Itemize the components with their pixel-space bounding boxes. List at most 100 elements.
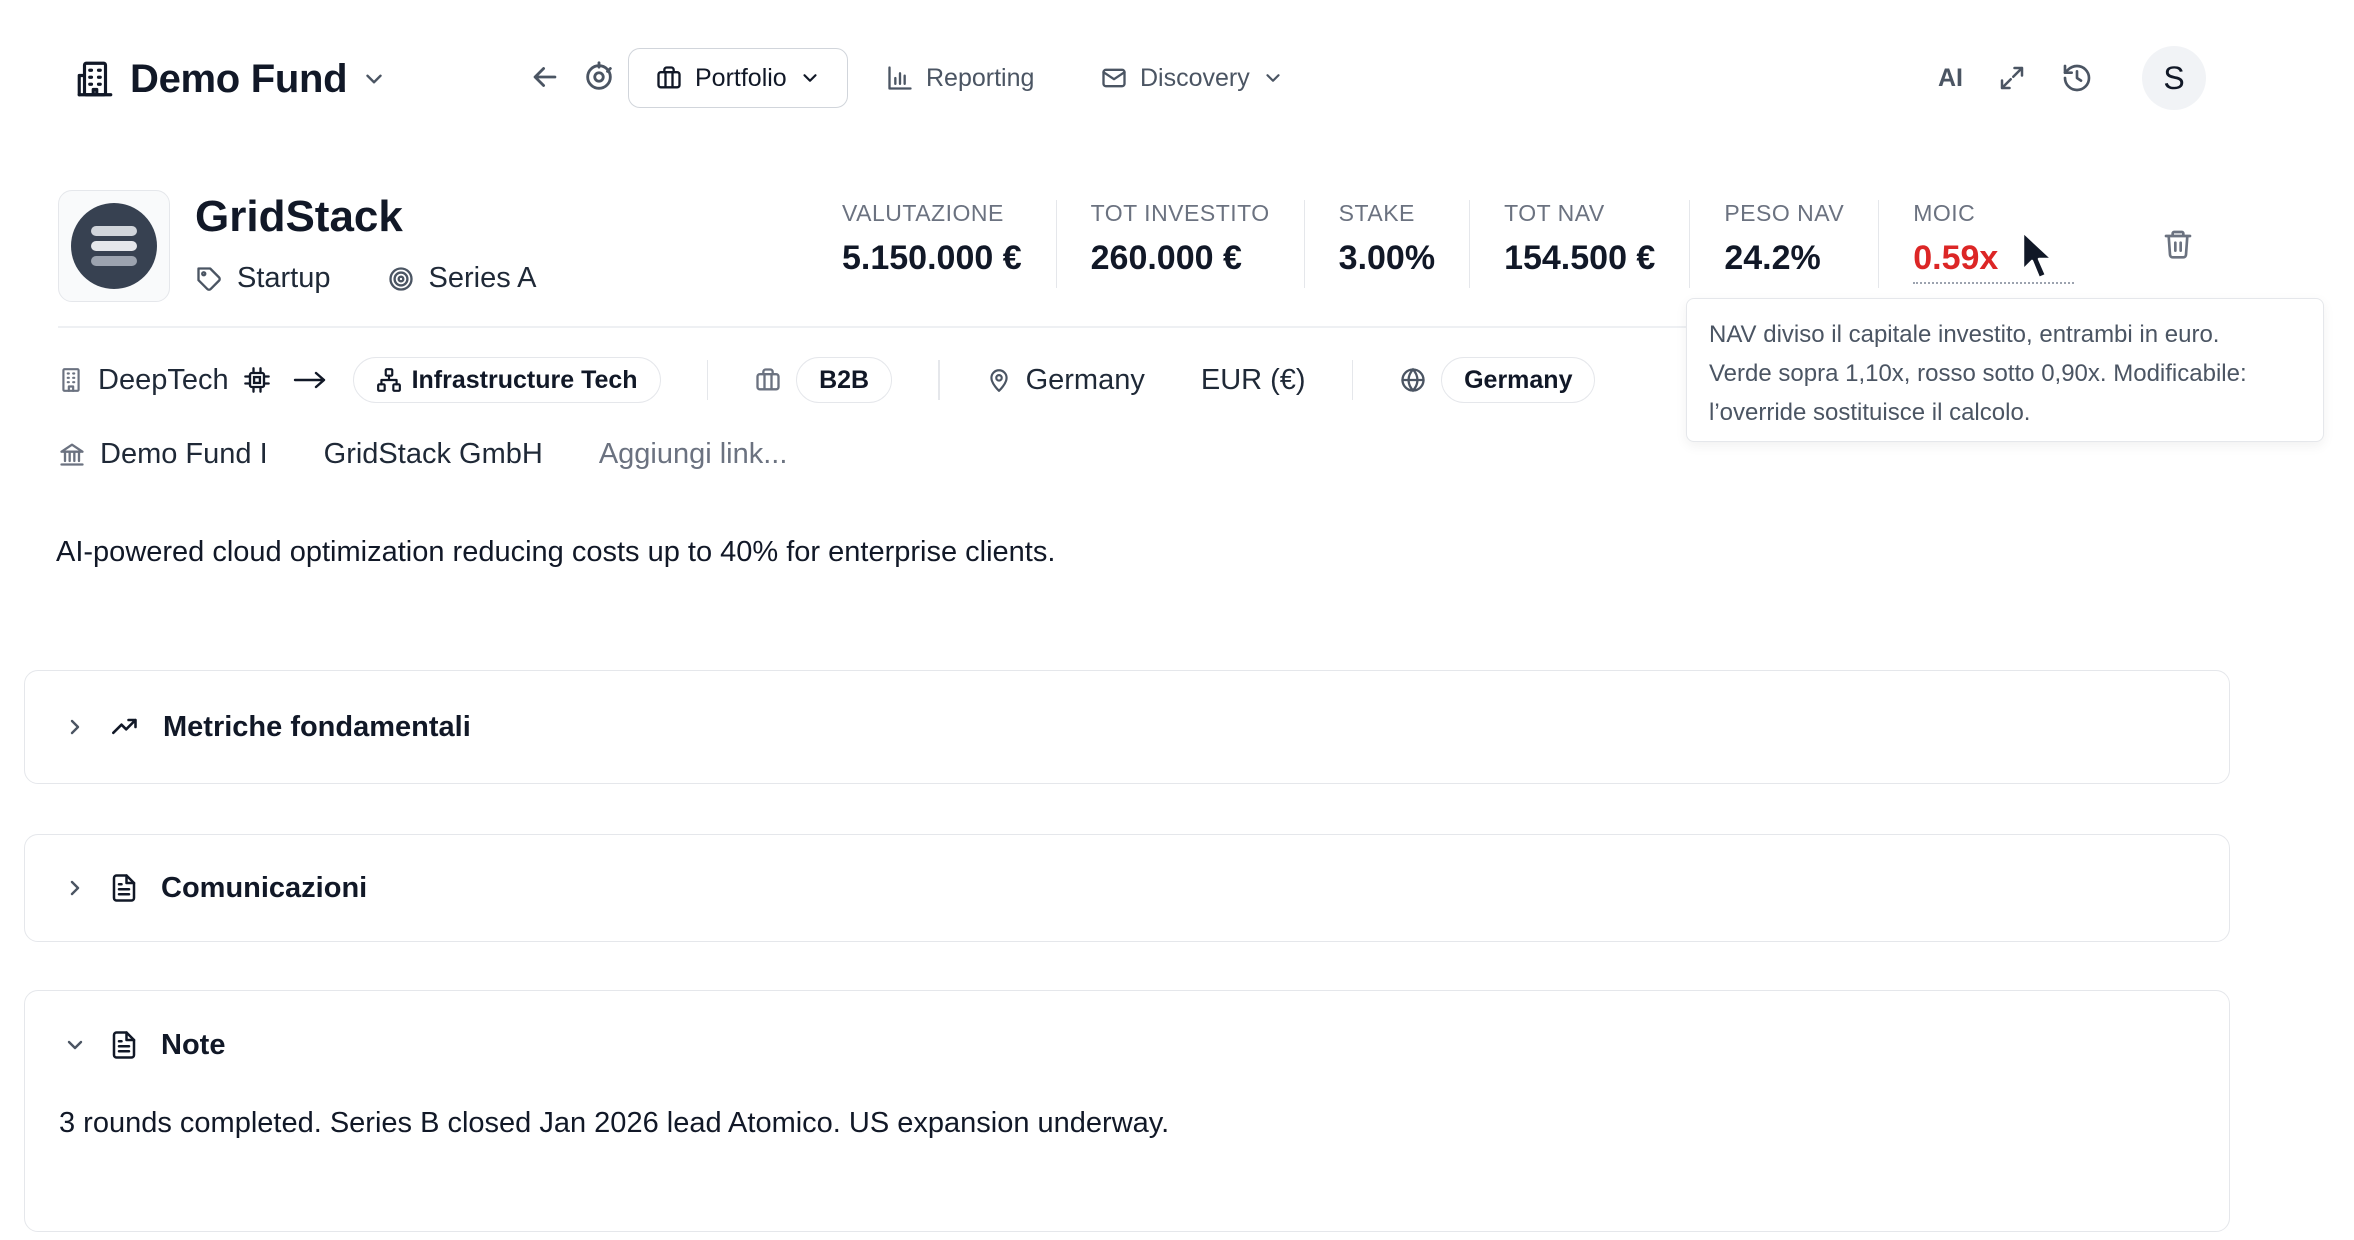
add-link-button[interactable]: Aggiungi link... bbox=[599, 438, 788, 471]
nav-icons bbox=[528, 60, 616, 94]
note-text[interactable]: 3 rounds completed. Series B closed Jan … bbox=[25, 1099, 2229, 1140]
metric-label: VALUTAZIONE bbox=[842, 200, 1004, 226]
location-label: Germany bbox=[1025, 363, 1145, 396]
metric-value: 3.00% bbox=[1338, 239, 1436, 277]
moic-tooltip: NAV diviso il capitale investito, entram… bbox=[1686, 298, 2324, 442]
section-title: Note bbox=[161, 1028, 226, 1061]
briefcase-icon bbox=[655, 64, 683, 92]
company-meta-row: DeepTech Infrastructure Tech B2B Germany… bbox=[58, 356, 1596, 404]
metric-stake: STAKE 3.00% bbox=[1303, 200, 1469, 288]
trash-icon bbox=[2162, 226, 2194, 262]
expand-icon[interactable] bbox=[1997, 63, 2027, 93]
chevron-down-icon bbox=[361, 66, 387, 92]
section-communications-header[interactable]: Comunicazioni bbox=[25, 835, 2229, 941]
building-icon bbox=[58, 366, 84, 394]
metric-tot-investito: TOT INVESTITO 260.000 € bbox=[1055, 200, 1304, 288]
bar-chart-icon bbox=[886, 64, 914, 92]
building-icon bbox=[74, 58, 116, 100]
metric-moic[interactable]: MOIC 0.59x bbox=[1878, 200, 2108, 288]
page: Demo Fund Portfolio Reporting Discovery … bbox=[0, 0, 2354, 1240]
network-icon bbox=[376, 367, 402, 393]
mail-icon bbox=[1100, 64, 1128, 92]
entity-link[interactable]: GridStack GmbH bbox=[324, 438, 543, 471]
arrow-right-icon bbox=[293, 368, 327, 392]
links-row: Demo Fund I GridStack GmbH Aggiungi link… bbox=[58, 430, 787, 478]
file-text-icon bbox=[109, 872, 139, 904]
fund-selector[interactable]: Demo Fund bbox=[74, 54, 387, 104]
target-icon bbox=[387, 265, 415, 293]
metric-value: 154.500 € bbox=[1504, 239, 1656, 277]
arrow-left-icon[interactable] bbox=[528, 60, 562, 94]
portfolio-label: Portfolio bbox=[695, 63, 787, 92]
company-tags: Startup Series A bbox=[195, 262, 537, 295]
file-text-icon bbox=[109, 1029, 139, 1061]
metric-label: TOT INVESTITO bbox=[1090, 200, 1270, 226]
company-type[interactable]: Startup bbox=[195, 262, 331, 295]
company-type-label: Startup bbox=[237, 262, 331, 294]
business-model[interactable]: B2B bbox=[754, 357, 893, 403]
separator bbox=[1351, 360, 1354, 400]
stack-logo-icon bbox=[71, 203, 157, 289]
metric-label: PESO NAV bbox=[1724, 200, 1845, 226]
metric-tot-nav: TOT NAV 154.500 € bbox=[1469, 200, 1689, 288]
briefcase-icon bbox=[754, 366, 782, 394]
section-notes-header[interactable]: Note bbox=[25, 991, 2229, 1099]
cpu-icon bbox=[243, 366, 271, 394]
fund-name: Demo Fund bbox=[130, 56, 348, 101]
chevron-down-icon bbox=[799, 67, 821, 89]
chevron-right-icon bbox=[63, 876, 87, 900]
metric-label: MOIC bbox=[1913, 200, 1976, 226]
ai-button[interactable]: AI bbox=[1938, 64, 1963, 93]
section-metrics: Metriche fondamentali bbox=[24, 670, 2230, 784]
fund-link[interactable]: Demo Fund I bbox=[58, 438, 268, 471]
company-stage-label: Series A bbox=[428, 262, 537, 294]
tooltip-line: l’override sostituisce il calcolo. bbox=[1709, 399, 2031, 426]
sector[interactable]: DeepTech bbox=[58, 364, 271, 397]
section-notes: Note 3 rounds completed. Series B closed… bbox=[24, 990, 2230, 1232]
metric-peso-nav: PESO NAV 24.2% bbox=[1689, 200, 1878, 288]
section-metrics-header[interactable]: Metriche fondamentali bbox=[25, 671, 2229, 783]
delete-button[interactable] bbox=[2162, 226, 2194, 262]
section-title: Metriche fondamentali bbox=[163, 710, 471, 743]
chevron-down-icon bbox=[1262, 67, 1284, 89]
metric-valutazione: VALUTAZIONE 5.150.000 € bbox=[842, 200, 1056, 288]
metric-label: TOT NAV bbox=[1504, 200, 1605, 226]
bank-icon bbox=[58, 440, 86, 468]
map-pin-icon bbox=[986, 366, 1012, 394]
company-description: AI-powered cloud optimization reducing c… bbox=[56, 536, 1056, 568]
reporting-nav-button[interactable]: Reporting bbox=[886, 48, 1034, 108]
tooltip-line: Verde sopra 1,10x, rosso sotto 0,90x. Mo… bbox=[1709, 360, 2247, 387]
market-pill[interactable]: Germany bbox=[1441, 357, 1596, 403]
reporting-label: Reporting bbox=[926, 63, 1035, 92]
portfolio-nav-button[interactable]: Portfolio bbox=[628, 48, 848, 108]
discovery-nav-button[interactable]: Discovery bbox=[1100, 48, 1284, 108]
subsector-label: Infrastructure Tech bbox=[411, 365, 638, 394]
discovery-label: Discovery bbox=[1140, 63, 1250, 92]
tag-icon bbox=[195, 265, 223, 293]
company-stage[interactable]: Series A bbox=[387, 262, 537, 295]
company-logo bbox=[58, 190, 170, 302]
model-pill[interactable]: B2B bbox=[796, 357, 893, 403]
header-tools: AI bbox=[1938, 48, 2093, 108]
fund-link-label: Demo Fund I bbox=[100, 437, 268, 470]
user-avatar[interactable]: S bbox=[2142, 46, 2206, 110]
chevron-right-icon bbox=[63, 715, 87, 739]
market[interactable]: Germany bbox=[1399, 357, 1596, 403]
history-icon[interactable] bbox=[2061, 62, 2093, 94]
separator bbox=[706, 360, 709, 400]
metric-label: STAKE bbox=[1338, 200, 1415, 226]
company-name: GridStack bbox=[195, 192, 403, 241]
globe-icon bbox=[1399, 366, 1427, 394]
subsector-pill[interactable]: Infrastructure Tech bbox=[352, 357, 661, 403]
company-metrics: VALUTAZIONE 5.150.000 € TOT INVESTITO 26… bbox=[842, 200, 2108, 288]
location[interactable]: Germany bbox=[986, 364, 1145, 397]
currency-label[interactable]: EUR (€) bbox=[1201, 364, 1306, 397]
separator bbox=[938, 360, 940, 400]
metric-value: 260.000 € bbox=[1090, 239, 1242, 277]
sector-label: DeepTech bbox=[98, 363, 229, 396]
chevron-down-icon bbox=[63, 1033, 87, 1057]
section-title: Comunicazioni bbox=[161, 871, 368, 904]
tooltip-line: NAV diviso il capitale investito, entram… bbox=[1709, 321, 2220, 348]
settings-target-icon[interactable] bbox=[582, 60, 616, 94]
metric-value: 5.150.000 € bbox=[842, 239, 1022, 277]
